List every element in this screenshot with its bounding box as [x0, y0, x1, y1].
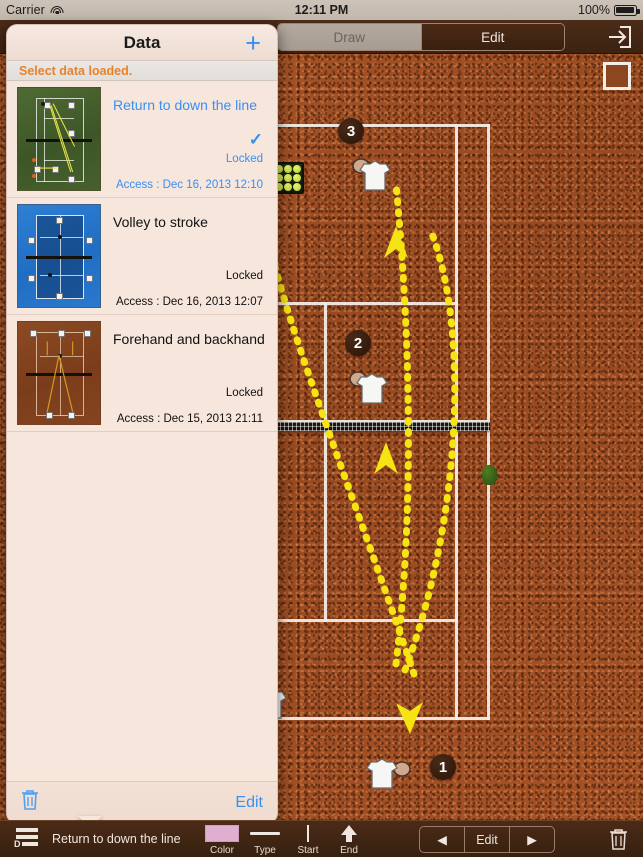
delete-button[interactable]	[609, 828, 628, 851]
thumb-shot-lines	[37, 103, 76, 173]
shirt-glyph	[366, 758, 398, 789]
thumb-net	[26, 256, 92, 259]
tool-type-label: Type	[254, 845, 276, 856]
position-marker-1[interactable]: 1	[430, 754, 456, 780]
list-item-access: Access : Dec 16, 2013 12:07	[115, 296, 263, 308]
start-cap-icon	[286, 823, 330, 843]
bottom-toolbar: D Return to down the line Color Type Sta…	[0, 820, 643, 857]
tool-type[interactable]: Type	[243, 823, 287, 856]
color-swatch-icon	[200, 823, 244, 843]
data-stack-icon[interactable]: D	[12, 825, 42, 854]
tab-draw[interactable]: Draw	[278, 24, 422, 50]
end-arrow-icon	[327, 823, 371, 843]
list-item-access: Access : Dec 16, 2013 12:10	[115, 179, 263, 191]
thumb-player	[86, 237, 93, 244]
position-marker-2[interactable]: 2	[345, 330, 371, 356]
status-bar: Carrier 12:11 PM 100%	[0, 0, 643, 20]
list-item-info: Volley to stroke Locked Access : Dec 16,…	[101, 204, 267, 308]
tool-start[interactable]: Start	[286, 823, 330, 856]
tool-end-label: End	[340, 845, 358, 856]
player-icon-2[interactable]	[345, 367, 391, 407]
data-popover: Data + Select data loaded. Return to dow…	[6, 24, 278, 824]
list-item-info: Return to down the line ✓ Locked Access …	[101, 87, 267, 191]
list-item-locked: Locked	[225, 270, 263, 282]
add-data-button[interactable]: +	[245, 30, 261, 57]
clock-label: 12:11 PM	[294, 3, 349, 17]
export-arrow-icon[interactable]	[606, 24, 633, 50]
popover-header: Data +	[7, 25, 277, 61]
export-arrow-glyph	[609, 26, 631, 48]
list-item-access: Access : Dec 15, 2013 21:11	[116, 413, 263, 425]
arrow-head-up-far	[384, 226, 408, 258]
tool-color-label: Color	[210, 845, 234, 856]
thumb-player	[28, 237, 35, 244]
shirt-glyph	[359, 160, 391, 191]
selected-check-icon: ✓	[248, 130, 263, 149]
list-item[interactable]: Volley to stroke Locked Access : Dec 16,…	[7, 198, 277, 315]
list-item-locked: Locked	[225, 153, 263, 165]
section-header: Select data loaded.	[7, 61, 277, 81]
navigation-segmented-control[interactable]: ◀ Edit ▶	[419, 826, 555, 853]
prev-button[interactable]: ◀	[420, 827, 465, 852]
svg-text:D: D	[14, 839, 21, 849]
list-item-title: Volley to stroke	[113, 214, 208, 230]
thumb-player	[56, 293, 63, 300]
thumb-shot-lines	[46, 341, 74, 412]
thumb-line	[40, 275, 84, 276]
tab-edit[interactable]: Edit	[421, 24, 564, 50]
mode-segmented-control[interactable]: Draw Edit	[277, 23, 565, 51]
thumbnail-clay	[17, 321, 101, 425]
thumb-line	[40, 237, 84, 238]
list-item-title: Return to down the line	[113, 97, 257, 113]
list-item-info: Forehand and backhand Locked Access : De…	[101, 321, 267, 425]
page-title: Data	[123, 32, 161, 52]
surface-swatch[interactable]	[603, 62, 631, 90]
current-data-name: Return to down the line	[52, 832, 181, 846]
end-arrow-glyph	[341, 825, 357, 842]
thumb-dot	[48, 273, 52, 277]
arrow-head-down	[396, 702, 423, 734]
popover-footer: Edit	[7, 781, 277, 823]
edit-mode-button[interactable]: Edit	[465, 827, 510, 852]
list-item[interactable]: Forehand and backhand Locked Access : De…	[7, 315, 277, 432]
tool-end[interactable]: End	[327, 823, 371, 856]
thumb-player	[56, 217, 63, 224]
arrow-head-up-near	[374, 442, 398, 474]
list-item-locked: Locked	[225, 387, 263, 399]
tool-color[interactable]: Color	[200, 823, 244, 856]
thumb-dot	[58, 235, 62, 239]
list-item[interactable]: Return to down the line ✓ Locked Access …	[7, 81, 277, 198]
shot-path-b	[401, 230, 459, 674]
list-item-title: Forehand and backhand	[113, 331, 265, 347]
trash-icon	[22, 790, 38, 810]
data-list[interactable]: Return to down the line ✓ Locked Access …	[7, 81, 277, 781]
player-icon-1[interactable]	[366, 752, 412, 792]
line-type-icon	[243, 823, 287, 843]
thumbnail-hard	[17, 204, 101, 308]
position-marker-3[interactable]: 3	[338, 118, 364, 144]
thumb-player	[28, 275, 35, 282]
delete-data-button[interactable]	[21, 789, 39, 816]
edit-button[interactable]: Edit	[235, 794, 263, 812]
player-icon-3[interactable]	[348, 154, 394, 194]
data-stack-glyph: D	[14, 828, 38, 849]
shirt-glyph	[356, 373, 388, 404]
thumbnail-grass	[17, 87, 101, 191]
next-button[interactable]: ▶	[510, 827, 554, 852]
trash-icon	[610, 829, 627, 850]
battery-icon	[614, 4, 640, 16]
tool-start-label: Start	[297, 845, 319, 856]
thumb-player	[86, 275, 93, 282]
